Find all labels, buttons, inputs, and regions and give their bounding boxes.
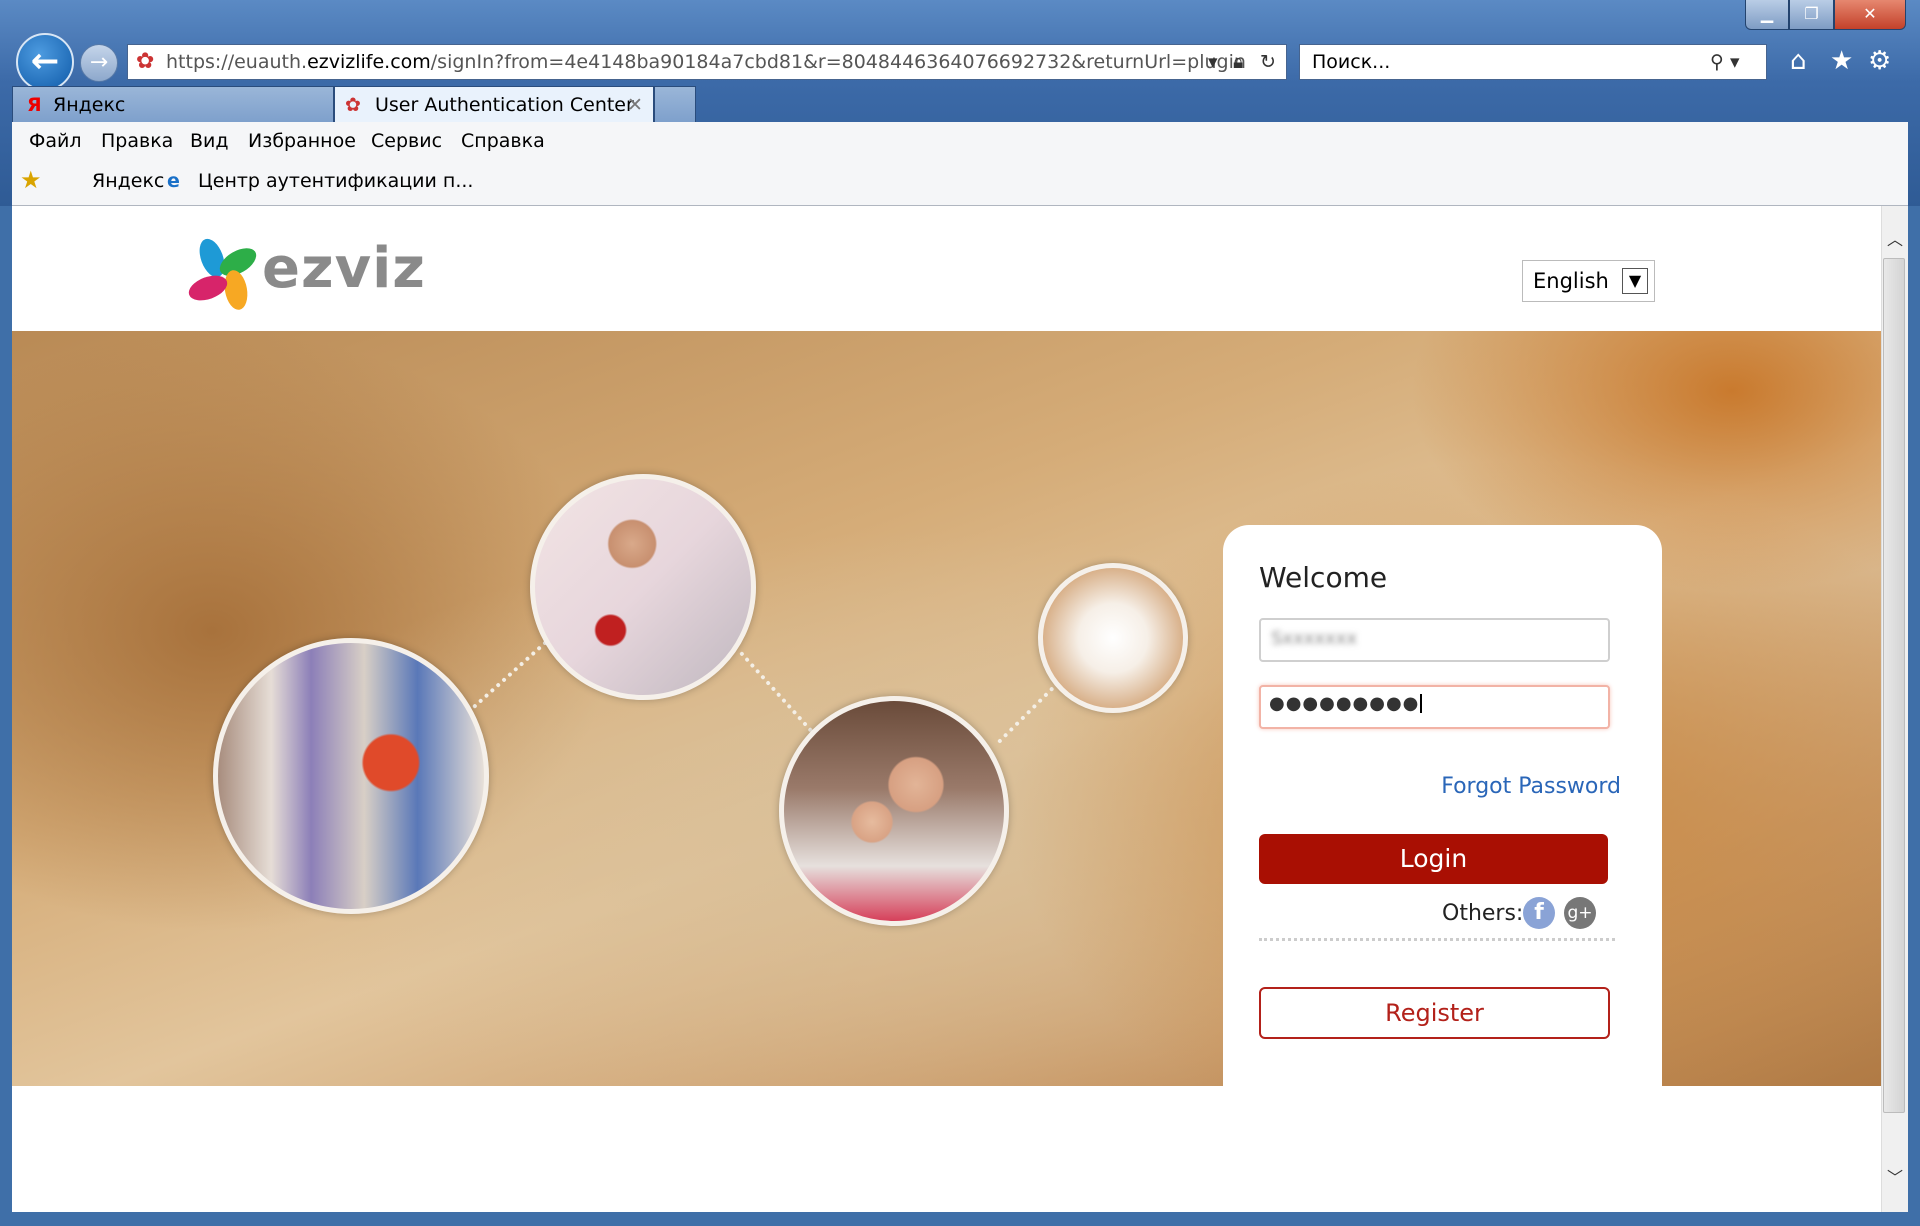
search-icon[interactable]: ⚲ ▾ [1710, 45, 1740, 79]
search-input[interactable]: Поиск... ⚲ ▾ [1299, 44, 1767, 80]
hero-banner: Welcome Sxxxxxxx ●●●●●●●●● Forgot Passwo… [12, 331, 1881, 1086]
username-input[interactable]: Sxxxxxxx [1259, 618, 1610, 662]
close-window-button[interactable]: ✕ [1834, 0, 1906, 30]
search-placeholder: Поиск... [1312, 51, 1391, 73]
page-content: ezviz English ▼ Welcome Sxxxxxxx ●●●●●●●… [12, 206, 1881, 1212]
favorites-star-icon[interactable]: ★ [1830, 46, 1853, 76]
menu-file[interactable]: Файл [29, 130, 82, 152]
menu-help[interactable]: Справка [461, 130, 545, 152]
favorite-auth-center[interactable]: Центр аутентификации п... [198, 170, 473, 192]
menu-edit[interactable]: Правка [101, 130, 173, 152]
logo-text: ezviz [262, 236, 426, 301]
login-button[interactable]: Login [1259, 834, 1608, 884]
menu-view[interactable]: Вид [190, 130, 229, 152]
dog-photo [1038, 563, 1188, 713]
register-button[interactable]: Register [1259, 987, 1610, 1039]
scroll-down-icon[interactable]: ﹀ [1887, 1164, 1903, 1188]
login-card: Welcome Sxxxxxxx ●●●●●●●●● Forgot Passwo… [1223, 525, 1662, 1086]
yandex-icon: Я [27, 94, 42, 116]
divider [1259, 938, 1615, 941]
tab-label: User Authentication Center [375, 94, 634, 116]
tab-label: Яндекс [53, 94, 126, 116]
url-domain: ezvizlife.com [307, 51, 431, 73]
ezviz-logo-icon [188, 238, 257, 310]
welcome-title: Welcome [1259, 561, 1388, 594]
tab-yandex[interactable]: Я Яндекс [12, 86, 334, 122]
address-bar[interactable]: ✿ https://euauth.ezvizlife.com/signIn?fr… [127, 44, 1287, 80]
home-icon[interactable]: ⌂ [1790, 46, 1807, 76]
minimize-button[interactable]: ▁ [1745, 0, 1789, 30]
close-tab-icon[interactable]: ✕ [627, 87, 643, 123]
password-value: ●●●●●●●●● [1269, 693, 1420, 714]
language-value: English [1533, 269, 1609, 293]
ie-page-icon: e [167, 170, 180, 192]
menu-bar: Файл Правка Вид Избранное Сервис Справка… [12, 122, 1908, 206]
menu-tools[interactable]: Сервис [371, 130, 442, 152]
dropdown-icon[interactable]: ▾ [1208, 45, 1218, 79]
password-input[interactable]: ●●●●●●●●● [1259, 685, 1610, 729]
forgot-password-link[interactable]: Forgot Password [1441, 774, 1621, 799]
chevron-down-icon: ▼ [1622, 268, 1648, 294]
browser-chrome: ▁ ❐ ✕ ← → ✿ https://euauth.ezvizlife.com… [0, 0, 1920, 206]
back-button[interactable]: ← [16, 33, 74, 91]
url-path: /signIn?from=4e4148ba90184a7cbd81&r=8048… [430, 51, 1246, 73]
favorite-yandex[interactable]: Яндекс [92, 170, 164, 192]
google-plus-icon[interactable]: g+ [1564, 897, 1596, 929]
sleeping-child-photo [530, 474, 756, 700]
facebook-icon[interactable]: f [1523, 897, 1555, 929]
family-photo [779, 696, 1009, 926]
refresh-icon[interactable]: ↻ [1260, 45, 1276, 79]
site-favicon-icon: ✿ [136, 49, 155, 74]
lock-icon[interactable]: 🔒︎ [1233, 45, 1243, 79]
tab-user-authentication-center[interactable]: ✿ User Authentication Center ✕ [334, 86, 654, 122]
scrollbar-thumb[interactable] [1883, 258, 1905, 1113]
ezviz-logo[interactable]: ezviz [186, 236, 425, 314]
url-prefix: https://euauth. [166, 51, 308, 73]
maximize-button[interactable]: ❐ [1789, 0, 1834, 30]
username-value: Sxxxxxxx [1271, 628, 1357, 649]
add-favorite-icon[interactable]: ★ [20, 166, 42, 194]
others-label: Others: [1442, 901, 1524, 926]
gear-icon[interactable]: ⚙ [1868, 46, 1891, 76]
clothing-store-photo [213, 638, 489, 914]
forward-button[interactable]: → [80, 44, 118, 82]
language-select[interactable]: English ▼ [1522, 260, 1655, 302]
new-tab-button[interactable] [654, 86, 696, 122]
menu-favorites[interactable]: Избранное [248, 130, 356, 152]
ezviz-favicon-icon: ✿ [345, 94, 361, 116]
scroll-up-icon[interactable]: ︿ [1887, 226, 1903, 250]
